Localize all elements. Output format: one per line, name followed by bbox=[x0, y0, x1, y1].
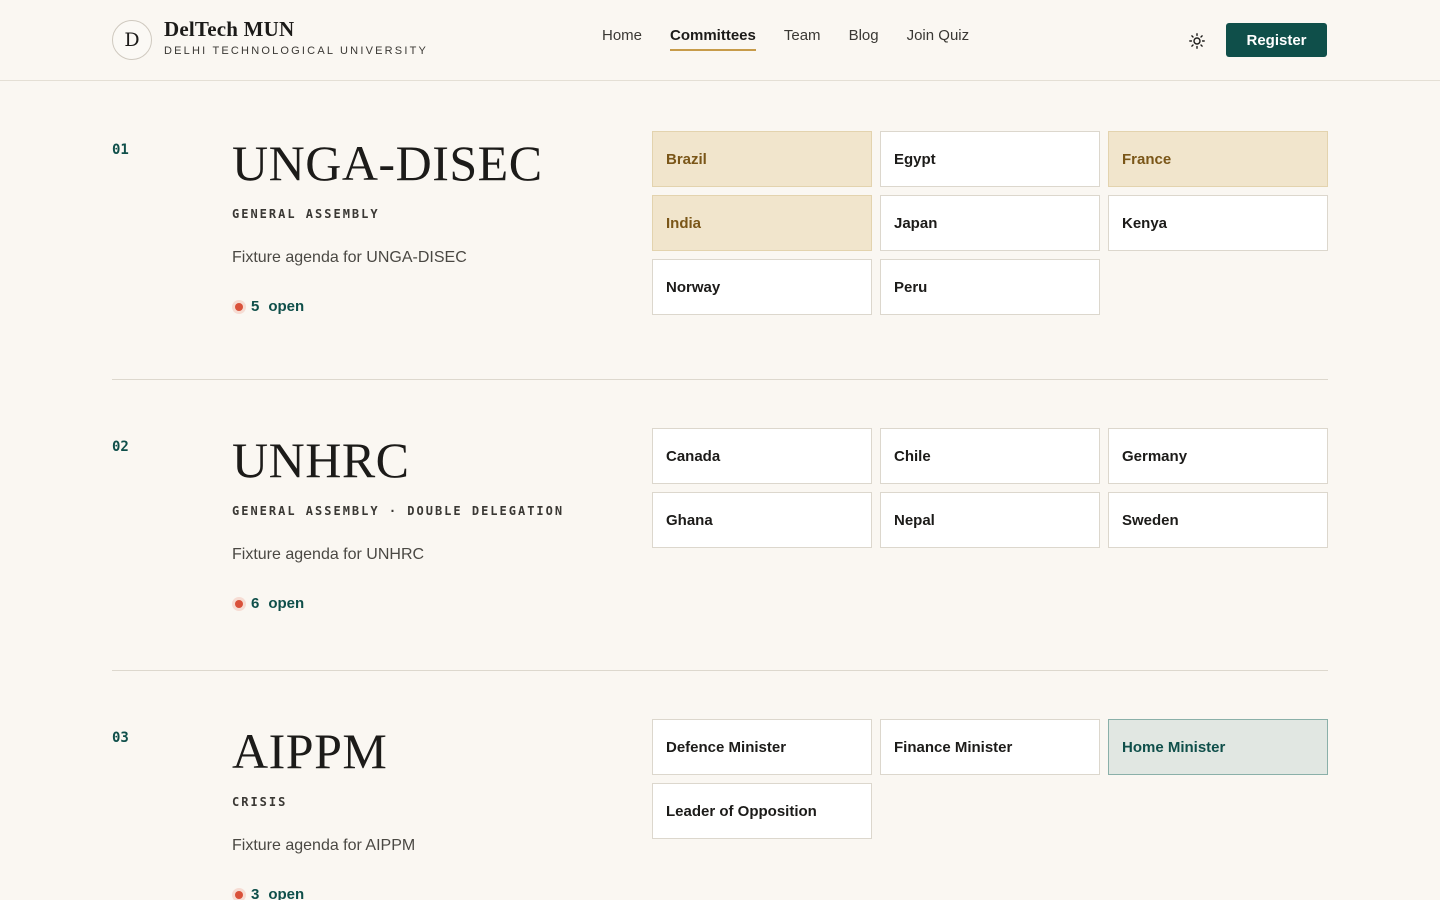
committee-type: CRISIS bbox=[232, 795, 288, 809]
section-divider bbox=[112, 670, 1328, 671]
portfolio-cell[interactable]: Ghana bbox=[652, 492, 872, 548]
committee-type: GENERAL ASSEMBLY bbox=[232, 207, 380, 221]
open-label: open bbox=[268, 298, 305, 315]
register-button[interactable]: Register bbox=[1226, 23, 1327, 57]
section-divider bbox=[112, 379, 1328, 380]
open-count-badge: 6 open bbox=[232, 595, 304, 612]
open-count: 3 bbox=[251, 886, 260, 900]
portfolio-cell[interactable]: Defence Minister bbox=[652, 719, 872, 775]
committee-name: UNGA-DISEC bbox=[232, 135, 543, 191]
portfolio-cell[interactable]: France bbox=[1108, 131, 1328, 187]
portfolio-cell[interactable]: Norway bbox=[652, 259, 872, 315]
status-dot-icon bbox=[232, 299, 246, 314]
open-count-badge: 3 open bbox=[232, 886, 304, 900]
portfolio-cell[interactable]: Nepal bbox=[880, 492, 1100, 548]
open-count: 6 bbox=[251, 595, 260, 612]
brand-subtitle: DELHI TECHNOLOGICAL UNIVERSITY bbox=[164, 45, 429, 57]
portfolio-cell[interactable]: Canada bbox=[652, 428, 872, 484]
status-dot-icon bbox=[232, 887, 246, 900]
committee-number: 03 bbox=[112, 730, 129, 746]
committee-agenda: Fixture agenda for UNHRC bbox=[232, 546, 425, 563]
main-nav: Home Committees Team Blog Join Quiz bbox=[602, 27, 997, 51]
committee-agenda: Fixture agenda for UNGA-DISEC bbox=[232, 249, 467, 266]
brand-title[interactable]: DelTech MUN bbox=[164, 17, 294, 42]
portfolio-cell[interactable]: Germany bbox=[1108, 428, 1328, 484]
portfolio-cell[interactable]: Brazil bbox=[652, 131, 872, 187]
portfolio-cell[interactable]: Leader of Opposition bbox=[652, 783, 872, 839]
logo-badge[interactable]: D bbox=[112, 20, 152, 60]
portfolio-cell[interactable]: Home Minister bbox=[1108, 719, 1328, 775]
portfolio-cell[interactable]: Peru bbox=[880, 259, 1100, 315]
committee-name: AIPPM bbox=[232, 723, 388, 779]
site-header: D DelTech MUN DELHI TECHNOLOGICAL UNIVER… bbox=[0, 0, 1440, 81]
nav-blog[interactable]: Blog bbox=[849, 27, 879, 51]
portfolio-grid: Defence Minister Finance Minister Home M… bbox=[652, 719, 1328, 839]
nav-join-quiz[interactable]: Join Quiz bbox=[907, 27, 970, 51]
committee-name: UNHRC bbox=[232, 432, 410, 488]
portfolio-cell[interactable]: Japan bbox=[880, 195, 1100, 251]
sun-icon bbox=[1189, 33, 1205, 49]
portfolio-cell[interactable]: Egypt bbox=[880, 131, 1100, 187]
committee-type: GENERAL ASSEMBLY · DOUBLE DELEGATION bbox=[232, 504, 565, 518]
committee-number: 01 bbox=[112, 142, 129, 158]
portfolio-cell[interactable]: Finance Minister bbox=[880, 719, 1100, 775]
open-count-badge: 5 open bbox=[232, 298, 304, 315]
theme-toggle-button[interactable] bbox=[1186, 30, 1208, 52]
committee-agenda: Fixture agenda for AIPPM bbox=[232, 837, 416, 854]
portfolio-grid: Canada Chile Germany Ghana Nepal Sweden bbox=[652, 428, 1328, 548]
nav-team[interactable]: Team bbox=[784, 27, 821, 51]
nav-committees[interactable]: Committees bbox=[670, 27, 756, 51]
status-dot-icon bbox=[232, 596, 246, 611]
portfolio-grid: Brazil Egypt France India Japan Kenya No… bbox=[652, 131, 1328, 315]
portfolio-cell[interactable]: Chile bbox=[880, 428, 1100, 484]
committee-number: 02 bbox=[112, 439, 129, 455]
portfolio-cell[interactable]: Sweden bbox=[1108, 492, 1328, 548]
open-count: 5 bbox=[251, 298, 260, 315]
open-label: open bbox=[268, 886, 305, 900]
open-label: open bbox=[268, 595, 305, 612]
portfolio-cell[interactable]: India bbox=[652, 195, 872, 251]
portfolio-cell[interactable]: Kenya bbox=[1108, 195, 1328, 251]
nav-home[interactable]: Home bbox=[602, 27, 642, 51]
